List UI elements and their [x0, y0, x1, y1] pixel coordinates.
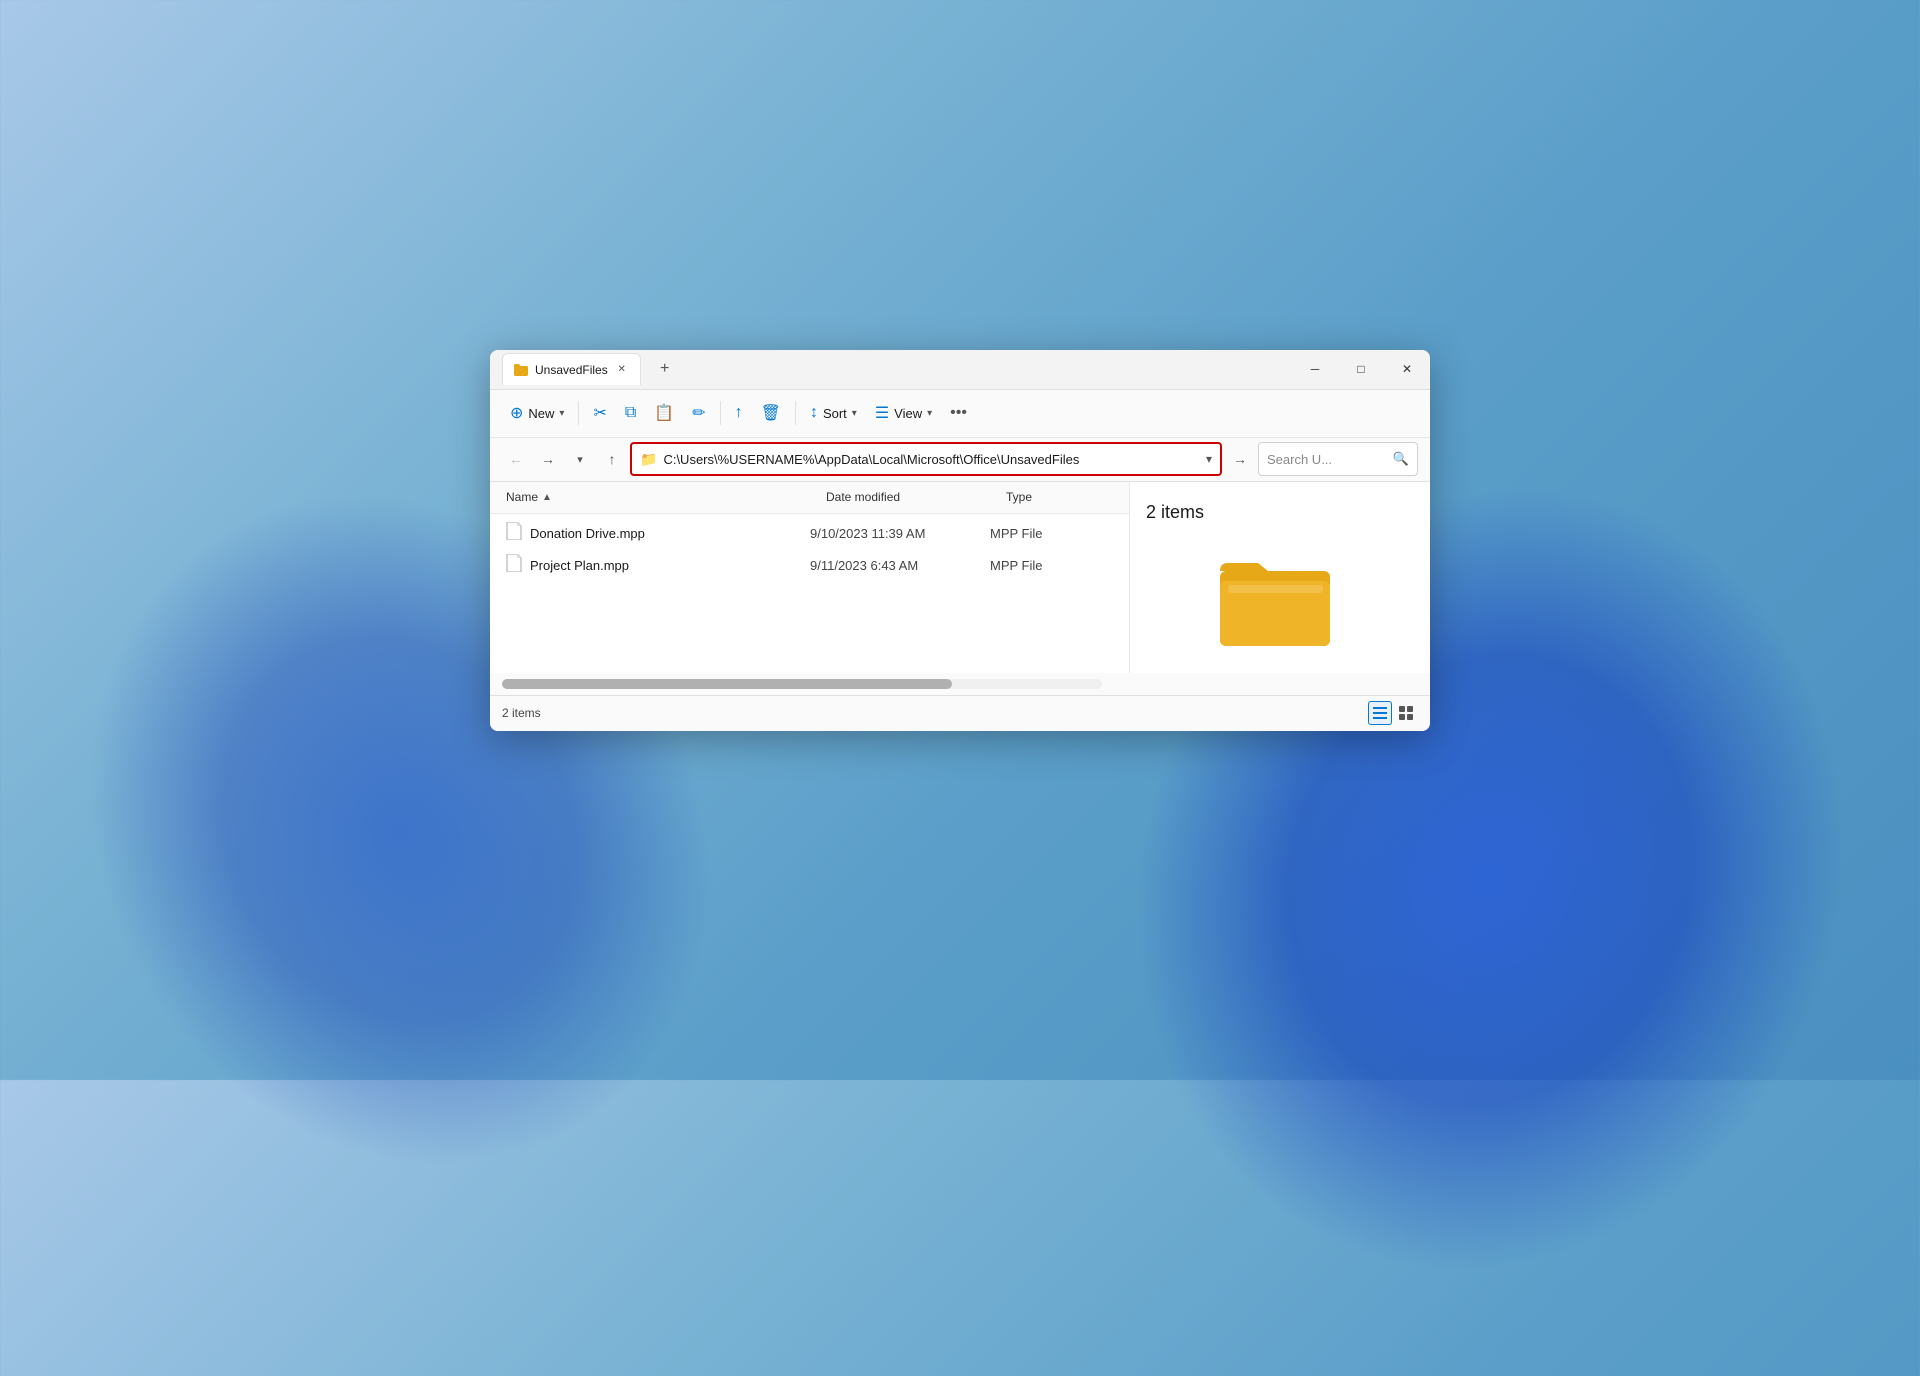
address-path: C:\Users\%USERNAME%\AppData\Local\Micros…	[663, 452, 1200, 467]
search-box[interactable]: Search U... 🔍	[1258, 442, 1418, 476]
table-row[interactable]: Donation Drive.mpp 9/10/2023 11:39 AM MP…	[490, 518, 1129, 550]
horizontal-scrollbar[interactable]	[502, 679, 1102, 689]
type-column-header[interactable]: Type	[1006, 490, 1032, 504]
maximize-button[interactable]: □	[1338, 350, 1384, 390]
more-button[interactable]: •••	[942, 399, 975, 427]
tab-folder-icon	[513, 362, 529, 378]
sort-label: Sort	[823, 406, 847, 421]
file-icon	[506, 522, 522, 545]
address-dropdown-icon[interactable]: ▾	[1206, 452, 1212, 466]
status-items-label: 2 items	[502, 706, 541, 720]
table-row[interactable]: Project Plan.mpp 9/11/2023 6:43 AM MPP F…	[490, 550, 1129, 582]
view-dropdown-icon: ▾	[927, 408, 932, 419]
address-go-button[interactable]: →	[1226, 445, 1254, 473]
toolbar: ⊕ New ▾ ✂ ⧉ 📋 ✏ ↑ 🗑 ↕ Sort ▾ ☰	[490, 390, 1430, 438]
date-column-label: Date modified	[826, 490, 900, 504]
date-column-header[interactable]: Date modified	[826, 490, 1006, 504]
sort-dropdown-icon: ▾	[852, 408, 857, 419]
list-view-icon	[1373, 706, 1387, 720]
title-bar-left: UnsavedFiles ✕ +	[502, 353, 1292, 385]
document-icon	[506, 522, 522, 540]
list-view-button[interactable]	[1368, 701, 1392, 725]
new-icon: ⊕	[510, 403, 523, 423]
new-tab-button[interactable]: +	[651, 355, 679, 383]
preview-pane: 2 items	[1130, 482, 1430, 673]
close-button[interactable]: ✕	[1384, 350, 1430, 390]
new-button[interactable]: ⊕ New ▾	[502, 398, 572, 428]
search-placeholder: Search U...	[1267, 452, 1389, 467]
file-date: 9/10/2023 11:39 AM	[810, 526, 990, 541]
delete-icon: 🗑	[761, 403, 781, 423]
rename-icon: ✏	[692, 403, 705, 423]
paste-button[interactable]: 📋	[646, 398, 682, 428]
grid-view-icon	[1399, 706, 1413, 720]
file-name: Donation Drive.mpp	[530, 526, 810, 541]
folder-preview	[1220, 553, 1340, 653]
toolbar-separator-1	[578, 401, 579, 425]
file-icon	[506, 554, 522, 577]
name-sort-arrow: ▲	[542, 492, 552, 503]
more-icon: •••	[950, 404, 967, 422]
minimize-button[interactable]: ─	[1292, 350, 1338, 390]
address-folder-icon: 📁	[640, 451, 657, 468]
type-column-label: Type	[1006, 490, 1032, 504]
active-tab[interactable]: UnsavedFiles ✕	[502, 353, 641, 385]
new-dropdown-icon: ▾	[559, 408, 564, 419]
file-date: 9/11/2023 6:43 AM	[810, 558, 990, 573]
bottom-row: 2 items	[490, 673, 1430, 731]
share-icon: ↑	[735, 404, 743, 422]
file-name: Project Plan.mpp	[530, 558, 810, 573]
up-button[interactable]: ↑	[598, 445, 626, 473]
toolbar-separator-2	[720, 401, 721, 425]
copy-icon: ⧉	[625, 404, 636, 422]
file-type: MPP File	[990, 558, 1043, 573]
explorer-window: UnsavedFiles ✕ + ─ □ ✕ ⊕ New ▾ ✂ ⧉ 📋 ✏	[490, 350, 1430, 731]
file-list: Donation Drive.mpp 9/10/2023 11:39 AM MP…	[490, 514, 1129, 673]
cut-button[interactable]: ✂	[585, 398, 614, 428]
name-column-header[interactable]: Name ▲	[506, 490, 826, 504]
file-pane: Name ▲ Date modified Type D	[490, 482, 1130, 673]
new-label: New	[528, 406, 554, 421]
delete-button[interactable]: 🗑	[753, 398, 789, 428]
scrollbar-row	[490, 673, 1430, 695]
toolbar-separator-3	[795, 401, 796, 425]
paste-icon: 📋	[654, 403, 674, 423]
grid-view-button[interactable]	[1394, 701, 1418, 725]
back-button[interactable]: ←	[502, 445, 530, 473]
recent-locations-button[interactable]: ▾	[566, 445, 594, 473]
scrollbar-thumb	[502, 679, 952, 689]
view-icon: ☰	[875, 403, 889, 423]
copy-button[interactable]: ⧉	[617, 399, 644, 427]
preview-count: 2 items	[1146, 502, 1204, 523]
share-button[interactable]: ↑	[727, 399, 751, 427]
folder-icon-large	[1220, 553, 1340, 653]
view-label: View	[894, 406, 922, 421]
title-bar: UnsavedFiles ✕ + ─ □ ✕	[490, 350, 1430, 390]
file-type: MPP File	[990, 526, 1043, 541]
view-mode-icons	[1368, 701, 1418, 725]
address-bar[interactable]: 📁 C:\Users\%USERNAME%\AppData\Local\Micr…	[630, 442, 1222, 476]
tab-close-button[interactable]: ✕	[614, 362, 630, 378]
forward-button[interactable]: →	[534, 445, 562, 473]
search-icon[interactable]: 🔍	[1393, 451, 1409, 467]
name-column-label: Name	[506, 490, 538, 504]
content-area: Name ▲ Date modified Type D	[490, 482, 1430, 673]
cut-icon: ✂	[593, 403, 606, 423]
tab-title: UnsavedFiles	[535, 363, 608, 377]
column-headers: Name ▲ Date modified Type	[490, 482, 1129, 514]
document-icon	[506, 554, 522, 572]
status-bar: 2 items	[490, 695, 1430, 731]
rename-button[interactable]: ✏	[684, 398, 713, 428]
view-button[interactable]: ☰ View ▾	[867, 398, 940, 428]
sort-button[interactable]: ↕ Sort ▾	[802, 399, 865, 427]
sort-icon: ↕	[810, 404, 818, 422]
address-bar-row: ← → ▾ ↑ 📁 C:\Users\%USERNAME%\AppData\Lo…	[490, 438, 1430, 482]
window-controls: ─ □ ✕	[1292, 350, 1430, 390]
